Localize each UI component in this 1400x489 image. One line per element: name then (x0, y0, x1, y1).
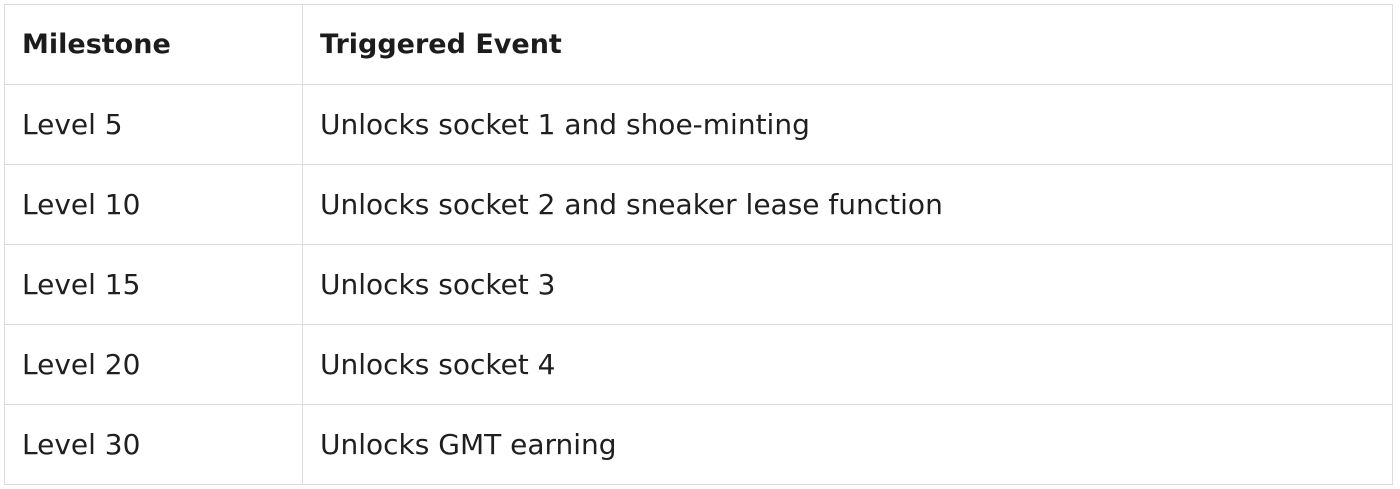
table-header-row: Milestone Triggered Event (4, 4, 1393, 85)
header-triggered-event: Triggered Event (302, 4, 1393, 85)
table-row: Level 5 Unlocks socket 1 and shoe-mintin… (4, 84, 1393, 165)
cell-event: Unlocks socket 1 and shoe-minting (302, 84, 1393, 165)
milestone-table: Milestone Triggered Event Level 5 Unlock… (4, 4, 1393, 485)
milestone-table-container: Milestone Triggered Event Level 5 Unlock… (4, 4, 1393, 485)
table-row: Level 15 Unlocks socket 3 (4, 244, 1393, 325)
table-header: Milestone Triggered Event (4, 4, 1393, 85)
table-row: Level 10 Unlocks socket 2 and sneaker le… (4, 164, 1393, 245)
table-row: Level 20 Unlocks socket 4 (4, 324, 1393, 405)
cell-event: Unlocks socket 3 (302, 244, 1393, 325)
cell-event: Unlocks socket 4 (302, 324, 1393, 405)
cell-milestone: Level 15 (4, 244, 303, 325)
cell-milestone: Level 20 (4, 324, 303, 405)
cell-event: Unlocks GMT earning (302, 404, 1393, 485)
cell-milestone: Level 30 (4, 404, 303, 485)
header-milestone: Milestone (4, 4, 303, 85)
cell-milestone: Level 5 (4, 84, 303, 165)
cell-event: Unlocks socket 2 and sneaker lease funct… (302, 164, 1393, 245)
cell-milestone: Level 10 (4, 164, 303, 245)
table-body: Level 5 Unlocks socket 1 and shoe-mintin… (4, 84, 1393, 485)
table-row: Level 30 Unlocks GMT earning (4, 404, 1393, 485)
